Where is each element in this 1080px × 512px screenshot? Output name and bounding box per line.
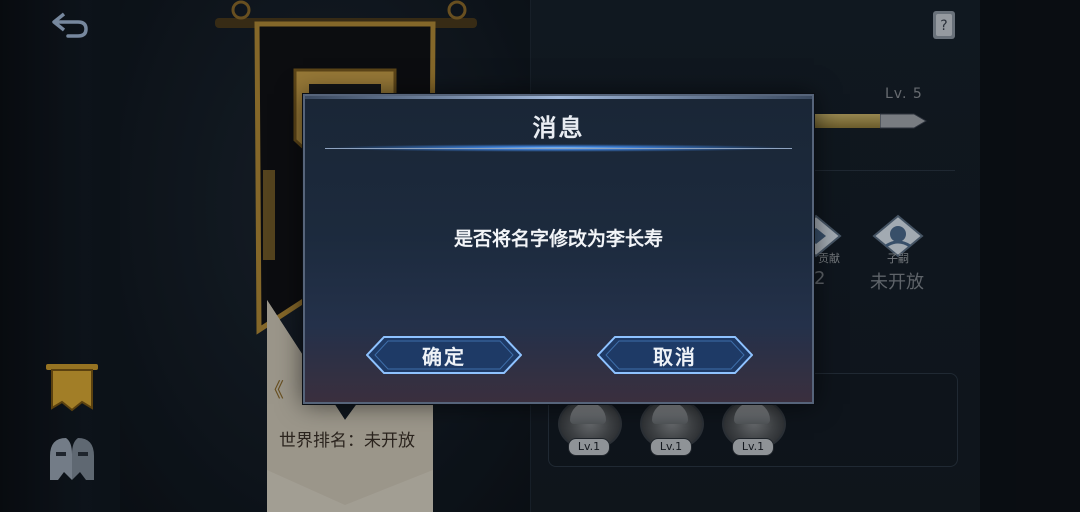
dialog-message: 是否将名字修改为李长寿 <box>453 228 663 250</box>
confirm-button[interactable]: 确定 <box>366 336 522 374</box>
message-dialog: 消息 是否将名字修改为李长寿 确定 取消 <box>303 94 814 404</box>
cancel-button[interactable]: 取消 <box>597 336 753 374</box>
confirm-label: 确定 <box>422 344 466 369</box>
title-divider <box>325 148 792 149</box>
cancel-label: 取消 <box>653 344 697 369</box>
dialog-title: 消息 <box>532 114 585 142</box>
